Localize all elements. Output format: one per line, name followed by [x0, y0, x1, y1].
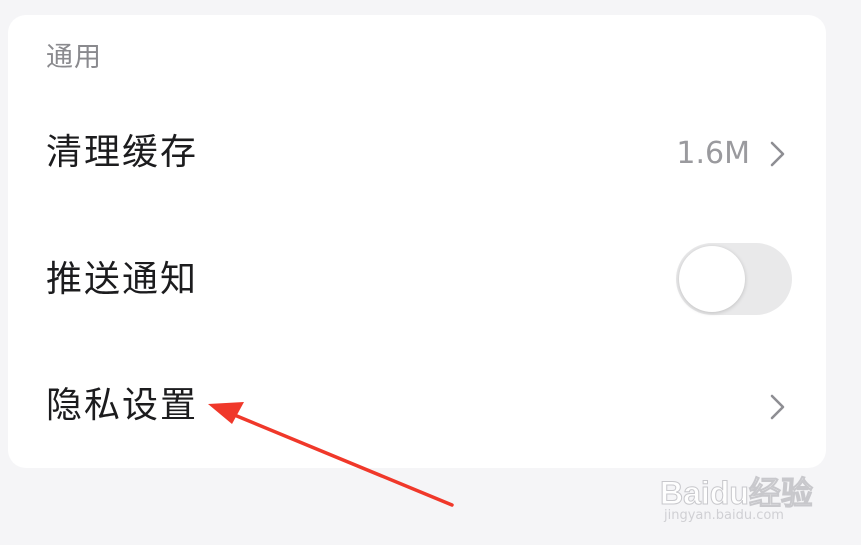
watermark-url: jingyan.baidu.com: [664, 508, 784, 523]
watermark: Baidu经验 jingyan.baidu.com: [660, 452, 820, 532]
